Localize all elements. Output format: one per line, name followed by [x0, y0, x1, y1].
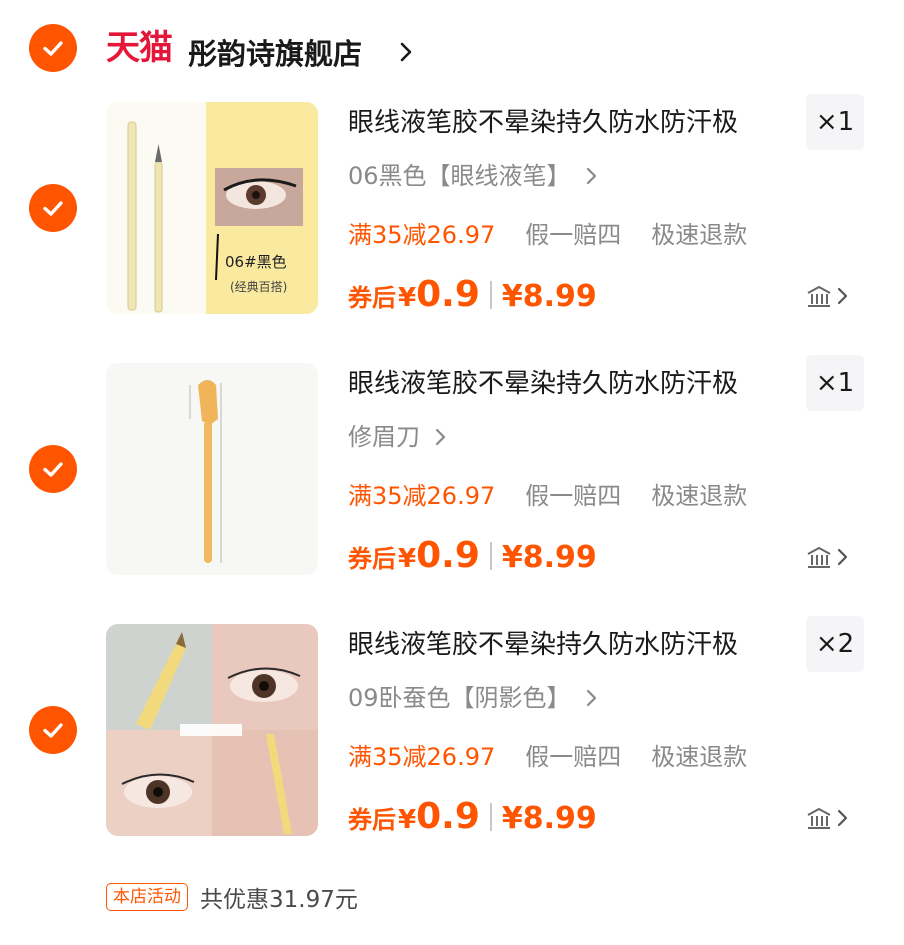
cart-item: 眼线液笔胶不晕染持久防水防汗极 ×1 修眉刀 满35减26.97 假一赔四 极速…: [0, 355, 904, 601]
checkmark-icon: [43, 41, 63, 56]
chevron-right-icon: [435, 428, 446, 446]
currency-symbol: ¥: [398, 805, 417, 835]
promo-discount: 满35减26.97: [348, 743, 496, 771]
checkmark-icon: [43, 723, 63, 738]
product-title[interactable]: 眼线液笔胶不晕染持久防水防汗极: [348, 103, 738, 143]
quantity-selector[interactable]: ×1: [806, 94, 864, 150]
thumb-caption-sub: (经典百搭): [230, 280, 287, 294]
product-image-eyeshadow-pen: [106, 624, 318, 836]
product-thumbnail[interactable]: [106, 624, 318, 836]
promo-tag-authentic: 假一赔四: [525, 221, 622, 249]
sku-selector[interactable]: 09卧蚕色【阴影色】: [348, 680, 599, 716]
price-divider: [489, 280, 492, 309]
chevron-right-icon: [837, 548, 848, 566]
checkmark-icon: [43, 462, 63, 477]
shop-name-link[interactable]: 彤韵诗旗舰店: [188, 32, 362, 76]
promo-row: 满35减26.97 假一赔四 极速退款: [348, 739, 747, 775]
product-thumbnail[interactable]: [106, 363, 318, 575]
product-title[interactable]: 眼线液笔胶不晕染持久防水防汗极: [348, 625, 738, 665]
product-image-eyebrow-razor: [106, 363, 318, 575]
sku-label: 06黑色【眼线液笔】: [348, 162, 571, 190]
sku-selector[interactable]: 06黑色【眼线液笔】: [348, 158, 599, 194]
sku-label: 09卧蚕色【阴影色】: [348, 684, 571, 712]
shop-header: 天猫 彤韵诗旗舰店: [0, 0, 904, 100]
price-trend-icon: [807, 807, 831, 829]
price-divider: [489, 802, 492, 831]
currency-symbol: ¥: [398, 283, 417, 313]
quantity-selector[interactable]: ×1: [806, 355, 864, 411]
product-image-eyeliner: 06#黑色 (经典百搭): [106, 102, 318, 314]
price-row: 券后 ¥ 0.9 ¥8.99: [348, 535, 597, 576]
chevron-right-icon: [837, 809, 848, 827]
tmall-logo: 天猫: [106, 28, 173, 68]
currency-symbol: ¥: [398, 544, 417, 574]
promo-tag-refund: 极速退款: [651, 482, 748, 510]
coupon-price-label: 券后: [348, 545, 396, 573]
original-price: ¥8.99: [501, 540, 597, 575]
coupon-price: 0.9: [416, 796, 480, 837]
promo-discount: 满35减26.97: [348, 221, 496, 249]
cart-item: 眼线液笔胶不晕染持久防水防汗极 ×2 09卧蚕色【阴影色】 满35减26.97 …: [0, 616, 904, 862]
price-divider: [489, 541, 492, 570]
shop-promotion-row[interactable]: 本店活动 共优惠31.97元: [106, 880, 358, 914]
sku-label: 修眉刀: [348, 423, 420, 451]
product-title[interactable]: 眼线液笔胶不晕染持久防水防汗极: [348, 364, 738, 404]
price-row: 券后 ¥ 0.9 ¥8.99: [348, 274, 597, 315]
checkmark-icon: [43, 201, 63, 216]
promo-tag-refund: 极速退款: [651, 743, 748, 771]
promo-tag-authentic: 假一赔四: [525, 482, 622, 510]
coupon-price: 0.9: [416, 274, 480, 315]
promo-tag-refund: 极速退款: [651, 221, 748, 249]
chevron-right-icon: [586, 689, 596, 707]
promo-row: 满35减26.97 假一赔四 极速退款: [348, 217, 747, 253]
item-select-checkbox[interactable]: [29, 706, 77, 754]
shop-activity-badge: 本店活动: [106, 883, 188, 911]
quantity-selector[interactable]: ×2: [806, 616, 864, 672]
coupon-price: 0.9: [416, 535, 480, 576]
price-trend-icon: [807, 285, 831, 307]
original-price: ¥8.99: [501, 279, 597, 314]
total-saving-text: 共优惠31.97元: [200, 887, 358, 913]
price-analysis-button[interactable]: [806, 541, 860, 573]
promo-discount: 满35减26.97: [348, 482, 496, 510]
item-select-checkbox[interactable]: [29, 184, 77, 232]
product-thumbnail[interactable]: 06#黑色 (经典百搭): [106, 102, 318, 314]
price-analysis-button[interactable]: [806, 280, 860, 312]
chevron-right-icon: [586, 167, 596, 185]
cart-item: 06#黑色 (经典百搭) 眼线液笔胶不晕染持久防水防汗极 ×1 06黑色【眼线液…: [0, 94, 904, 340]
item-select-checkbox[interactable]: [29, 445, 77, 493]
price-row: 券后 ¥ 0.9 ¥8.99: [348, 796, 597, 837]
original-price: ¥8.99: [501, 801, 597, 836]
price-trend-icon: [807, 546, 831, 568]
price-analysis-button[interactable]: [806, 802, 860, 834]
promo-row: 满35减26.97 假一赔四 极速退款: [348, 478, 747, 514]
thumb-caption-color: 06#黑色: [225, 253, 287, 271]
coupon-price-label: 券后: [348, 284, 396, 312]
chevron-right-icon[interactable]: [398, 40, 414, 64]
promo-tag-authentic: 假一赔四: [525, 743, 622, 771]
coupon-price-label: 券后: [348, 806, 396, 834]
chevron-right-icon: [837, 287, 848, 305]
sku-selector[interactable]: 修眉刀: [348, 419, 448, 455]
shop-select-checkbox[interactable]: [29, 24, 77, 72]
